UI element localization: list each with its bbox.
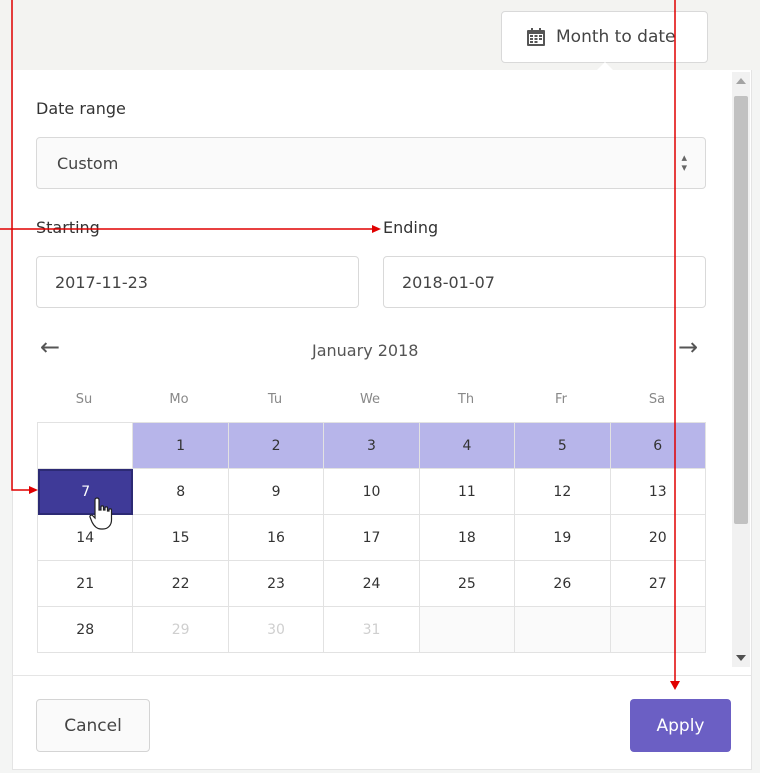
weekday-label: Sa: [648, 392, 666, 407]
scrollbar-thumb[interactable]: [734, 96, 748, 524]
calendar-day-23[interactable]: 23: [228, 561, 325, 607]
calendar-day-22[interactable]: 22: [133, 561, 229, 607]
calendar-day-21[interactable]: 21: [38, 561, 134, 607]
month-to-date-button[interactable]: Month to date: [501, 11, 708, 63]
calendar-day-6[interactable]: 6: [610, 423, 706, 469]
calendar-day-29[interactable]: 29: [133, 607, 229, 653]
calendar-day-1[interactable]: 1: [133, 423, 229, 469]
ending-date-value: 2018-01-07: [402, 272, 495, 292]
calendar-empty-cell: [515, 607, 611, 653]
calendar-day-7[interactable]: 7: [38, 469, 134, 515]
calendar-day-3[interactable]: 3: [324, 423, 420, 469]
calendar-day-24[interactable]: 24: [324, 561, 420, 607]
calendar-day-31[interactable]: 31: [324, 607, 420, 653]
calendar-day-10[interactable]: 10: [324, 469, 420, 515]
month-to-date-label: Month to date: [556, 27, 676, 47]
calendar-day-5[interactable]: 5: [515, 423, 611, 469]
calendar-empty-cell: [419, 607, 516, 653]
calendar-day-4[interactable]: 4: [419, 423, 516, 469]
calendar-day-2[interactable]: 2: [228, 423, 325, 469]
calendar-week-row: 123456: [38, 423, 706, 469]
calendar-grid: 1 2 3 4 5 6 7 8 9 10 11 12 13 14 15 16 17 18 19 20 21 22 23 24 2…: [37, 422, 706, 653]
next-month-arrow-icon[interactable]: →: [678, 333, 698, 361]
hand-pointer-icon: [89, 497, 113, 530]
calendar-icon: [527, 28, 545, 46]
weekday-label: We: [359, 392, 381, 407]
cancel-button[interactable]: Cancel: [36, 699, 150, 752]
calendar-day-27[interactable]: 27: [610, 561, 706, 607]
ending-date-input[interactable]: 2018-01-07: [383, 256, 706, 308]
weekday-label: Fr: [555, 392, 567, 407]
date-range-select-value: Custom: [57, 153, 119, 173]
weekday-label: Th: [457, 392, 475, 407]
calendar-day-19[interactable]: 19: [515, 515, 611, 561]
weekday-label: Tu: [267, 392, 283, 407]
date-range-label: Date range: [36, 99, 126, 118]
previous-month-arrow-icon[interactable]: ←: [40, 333, 60, 361]
starting-date-value: 2017-11-23: [55, 272, 148, 292]
calendar-day-30[interactable]: 30: [228, 607, 325, 653]
footer-divider: [12, 675, 752, 676]
weekday-label: Su: [75, 392, 93, 407]
ending-label: Ending: [383, 218, 439, 237]
scroll-up-arrow-icon[interactable]: [736, 78, 746, 84]
calendar-day-20[interactable]: 20: [610, 515, 706, 561]
scroll-down-arrow-icon[interactable]: [736, 655, 746, 661]
calendar-week-row: 21 22 23 24 25 26 27: [38, 561, 706, 607]
weekday-label: Mo: [169, 392, 189, 407]
scrollbar[interactable]: [732, 72, 750, 667]
calendar-day-9[interactable]: 9: [228, 469, 325, 515]
calendar-day-16[interactable]: 16: [228, 515, 325, 561]
calendar-day-11[interactable]: 11: [419, 469, 516, 515]
up-down-caret-icon: ▴ ▾: [681, 151, 687, 174]
calendar-empty-cell: [38, 423, 134, 469]
calendar-day-26[interactable]: 26: [515, 561, 611, 607]
calendar-day-8[interactable]: 8: [133, 469, 229, 515]
calendar-day-13[interactable]: 13: [610, 469, 706, 515]
calendar-day-12[interactable]: 12: [515, 469, 611, 515]
date-range-select[interactable]: Custom ▴ ▾: [36, 137, 706, 189]
calendar-week-row: 14 15 16 17 18 19 20: [38, 515, 706, 561]
calendar-day-18[interactable]: 18: [419, 515, 516, 561]
calendar-day-15[interactable]: 15: [133, 515, 229, 561]
starting-date-input[interactable]: 2017-11-23: [36, 256, 359, 308]
calendar-week-row: 7 8 9 10 11 12 13: [38, 469, 706, 515]
calendar-day-17[interactable]: 17: [324, 515, 420, 561]
calendar-day-25[interactable]: 25: [419, 561, 516, 607]
calendar-week-row: 28 29 30 31: [38, 607, 706, 653]
calendar-day-14[interactable]: 14: [38, 515, 134, 561]
calendar-empty-cell: [610, 607, 706, 653]
calendar-month-label: January 2018: [312, 341, 419, 360]
calendar-day-28[interactable]: 28: [38, 607, 134, 653]
apply-button[interactable]: Apply: [630, 699, 731, 752]
starting-label: Starting: [36, 218, 100, 237]
